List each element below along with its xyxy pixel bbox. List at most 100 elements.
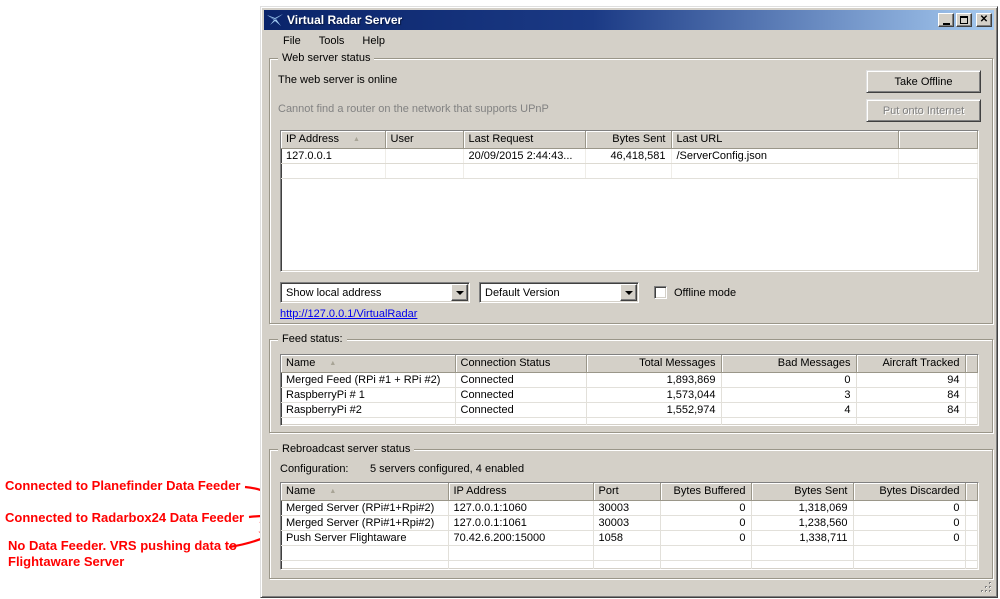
menubar: File Tools Help: [264, 30, 994, 52]
empty-cell: [751, 560, 854, 569]
annotation-radarbox24: Connected to Radarbox24 Data Feeder: [5, 510, 245, 525]
header-row: IP Address ▲ User Last Request Bytes Sent Las…: [281, 131, 978, 149]
table-cell: 0: [853, 530, 966, 546]
annotation-planefinder: Connected to Planefinder Data Feeder: [5, 478, 241, 493]
table-cell: [965, 530, 978, 546]
table-cell: [965, 402, 978, 418]
column-header[interactable]: User: [385, 131, 464, 149]
table-row[interactable]: Merged Server (RPi#1+Rpi#2) 127.0.0.1:106…: [281, 500, 978, 516]
column-header[interactable]: Bytes Discarded: [853, 483, 966, 501]
table-cell: 1,573,044: [586, 387, 722, 403]
column-header[interactable]: Bytes Sent: [585, 131, 672, 149]
feed-status-group-label: Feed status:: [278, 333, 347, 345]
empty-cell: [856, 417, 966, 425]
version-select-value: Default Version: [485, 286, 560, 299]
table-row[interactable]: RaspberryPi #2 Connected 1,552,974 4 84: [281, 402, 978, 418]
column-header[interactable]: Name ▲: [281, 483, 449, 501]
table-cell: 1,338,711: [751, 530, 854, 546]
put-onto-internet-button[interactable]: Put onto Internet: [866, 99, 981, 122]
app-window: Virtual Radar Server ✕ File Tools Help W…: [260, 6, 998, 598]
table-row[interactable]: Merged Server (RPi#1+Rpi#2) 127.0.0.1:106…: [281, 515, 978, 531]
sort-ascending-icon: ▲: [329, 360, 337, 368]
column-header[interactable]: Bytes Buffered: [660, 483, 752, 501]
close-icon: ✕: [979, 14, 989, 25]
table-cell: RaspberryPi # 1: [281, 387, 456, 403]
table-row[interactable]: RaspberryPi # 1 Connected 1,573,044 3 84: [281, 387, 978, 403]
table-cell: 1,318,069: [751, 500, 854, 516]
empty-cell: [585, 163, 672, 179]
feed-status-listview[interactable]: Name ▲ Connection Status Total Messages Bad …: [280, 354, 979, 426]
column-header[interactable]: [965, 355, 978, 373]
resize-grip-icon[interactable]: [980, 581, 993, 594]
local-address-select[interactable]: Show local address: [280, 282, 470, 303]
header-row: Name ▲ IP Address Port Bytes Buffered Bytes S…: [281, 483, 978, 501]
table-row[interactable]: Push Server Flightaware 70.42.6.200:15000…: [281, 530, 978, 546]
column-header[interactable]: [965, 483, 978, 501]
table-cell: 46,418,581: [585, 148, 672, 164]
table-cell: Connected: [455, 402, 587, 418]
sort-ascending-icon: ▲: [329, 488, 337, 496]
column-header[interactable]: Name ▲: [281, 355, 456, 373]
dropdown-arrow-button[interactable]: [620, 284, 637, 301]
take-offline-button[interactable]: Take Offline: [866, 70, 981, 93]
table-cell: 84: [856, 387, 966, 403]
configuration-value: 5 servers configured, 4 enabled: [370, 463, 525, 475]
rebroadcast-table: Name ▲ IP Address Port Bytes Buffered Bytes S…: [281, 483, 978, 569]
table-cell: [385, 148, 464, 164]
maximize-icon: [960, 16, 968, 24]
column-header[interactable]: Port: [593, 483, 661, 501]
column-header[interactable]: Bad Messages: [721, 355, 857, 373]
column-header[interactable]: Total Messages: [586, 355, 722, 373]
offline-mode-checkbox[interactable]: [654, 286, 667, 299]
empty-cell: [853, 545, 966, 561]
column-header[interactable]: IP Address ▲: [281, 131, 386, 149]
empty-cell: [965, 545, 978, 561]
table-cell: 30003: [593, 500, 661, 516]
rebroadcast-listview[interactable]: Name ▲ IP Address Port Bytes Buffered Bytes S…: [280, 482, 979, 570]
column-header[interactable]: IP Address: [448, 483, 594, 501]
dropdown-arrow-button[interactable]: [451, 284, 468, 301]
column-header[interactable]: Aircraft Tracked: [856, 355, 966, 373]
menu-tools[interactable]: Tools: [310, 32, 354, 50]
table-cell: [965, 387, 978, 403]
table-cell: RaspberryPi #2: [281, 402, 456, 418]
empty-cell: [660, 545, 752, 561]
local-address-link[interactable]: http://127.0.0.1/VirtualRadar: [280, 308, 417, 320]
empty-cell: [281, 417, 456, 425]
table-cell: Push Server Flightaware: [281, 530, 449, 546]
column-header[interactable]: Connection Status: [455, 355, 587, 373]
web-requests-listview[interactable]: IP Address ▲ User Last Request Bytes Sent Las…: [280, 130, 979, 272]
sort-ascending-icon: ▲: [353, 136, 360, 144]
maximize-button[interactable]: [956, 13, 972, 27]
table-cell: 0: [660, 500, 752, 516]
empty-cell: [385, 163, 464, 179]
minimize-button[interactable]: [938, 13, 954, 27]
column-header[interactable]: Bytes Sent: [751, 483, 854, 501]
table-cell: 0: [853, 500, 966, 516]
close-button[interactable]: ✕: [976, 13, 992, 27]
table-cell: /ServerConfig.json: [671, 148, 899, 164]
menu-file[interactable]: File: [274, 32, 310, 50]
table-cell: Connected: [455, 372, 587, 388]
empty-cell: [853, 560, 966, 569]
table-cell: Merged Feed (RPi #1 + RPi #2): [281, 372, 456, 388]
table-cell: 4: [721, 402, 857, 418]
table-cell: 127.0.0.1:1060: [448, 500, 594, 516]
table-row[interactable]: Merged Feed (RPi #1 + RPi #2) Connected 1,…: [281, 372, 978, 388]
menu-help[interactable]: Help: [353, 32, 394, 50]
version-select[interactable]: Default Version: [479, 282, 639, 303]
empty-cell: [965, 417, 978, 425]
titlebar[interactable]: Virtual Radar Server ✕: [264, 10, 994, 30]
empty-cell: [586, 417, 722, 425]
table-row[interactable]: 127.0.0.1 20/09/2015 2:44:43... 46,418,581…: [281, 148, 978, 164]
rebroadcast-status-group-label: Rebroadcast server status: [278, 443, 415, 455]
annotation-flightaware: No Data Feeder. VRS pushing data to Flig…: [8, 538, 237, 569]
column-header[interactable]: Last Request: [463, 131, 586, 149]
empty-cell: [751, 545, 854, 561]
empty-cell: [660, 560, 752, 569]
empty-cell: [281, 545, 449, 561]
empty-cell: [463, 163, 586, 179]
column-header[interactable]: [898, 131, 978, 149]
table-cell: [898, 148, 978, 164]
column-header[interactable]: Last URL: [671, 131, 899, 149]
